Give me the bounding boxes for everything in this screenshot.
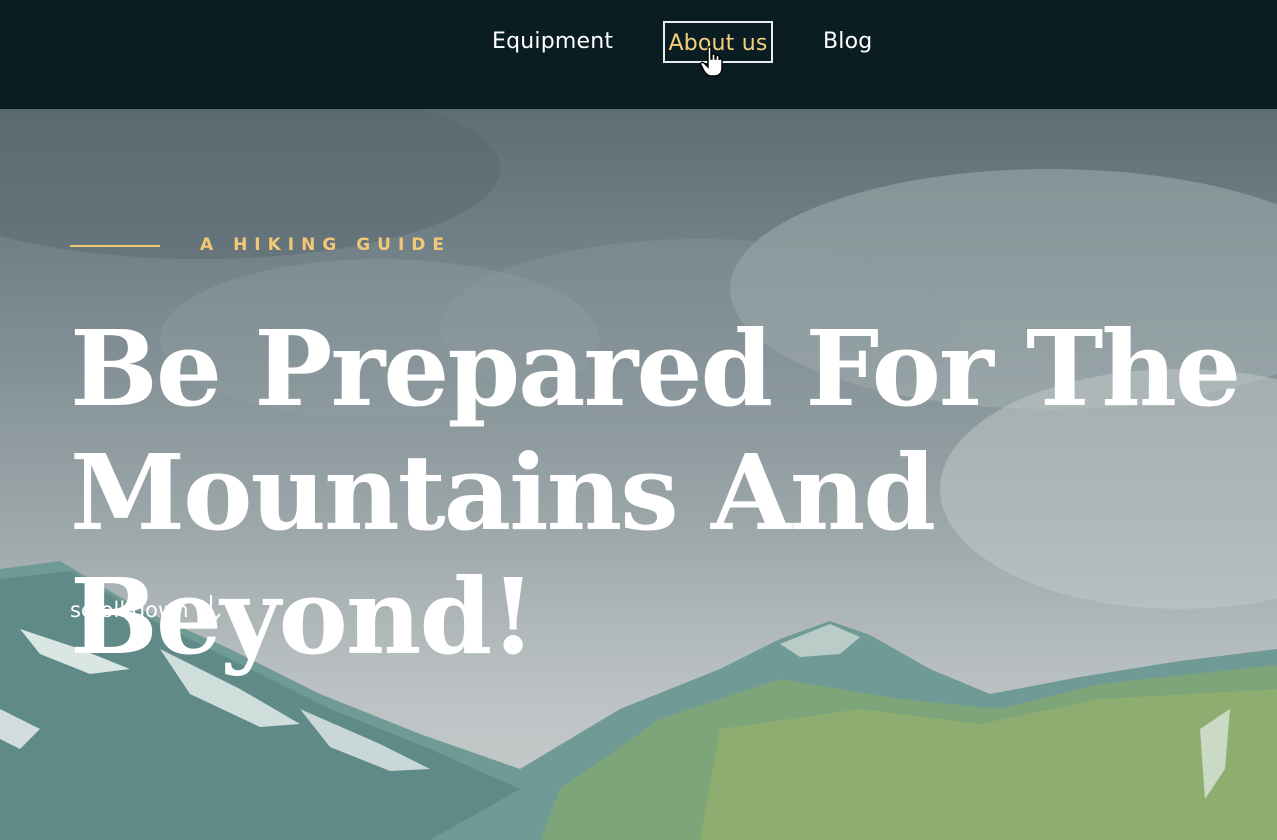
hero-tagline: A HIKING GUIDE	[200, 235, 452, 255]
nav-link-blog[interactable]: Blog	[823, 21, 872, 63]
arrow-down-icon	[200, 595, 221, 626]
scroll-down-link[interactable]: scroll down	[70, 593, 223, 627]
scroll-down-label: scroll down	[70, 598, 189, 622]
headline-line-1: Be Prepared For The	[70, 307, 1241, 430]
hand-pointer-cursor-icon	[700, 46, 723, 77]
hero-headline: Be Prepared For The Mountains And Beyond…	[70, 307, 1270, 679]
nav-link-equipment[interactable]: Equipment	[492, 21, 613, 63]
top-navigation-bar: Equipment About us Blog	[0, 0, 1277, 109]
headline-line-2: Mountains And Beyond!	[70, 431, 936, 678]
hero-section: A HIKING GUIDE Be Prepared For The Mount…	[0, 109, 1277, 840]
tagline-divider	[70, 245, 160, 247]
